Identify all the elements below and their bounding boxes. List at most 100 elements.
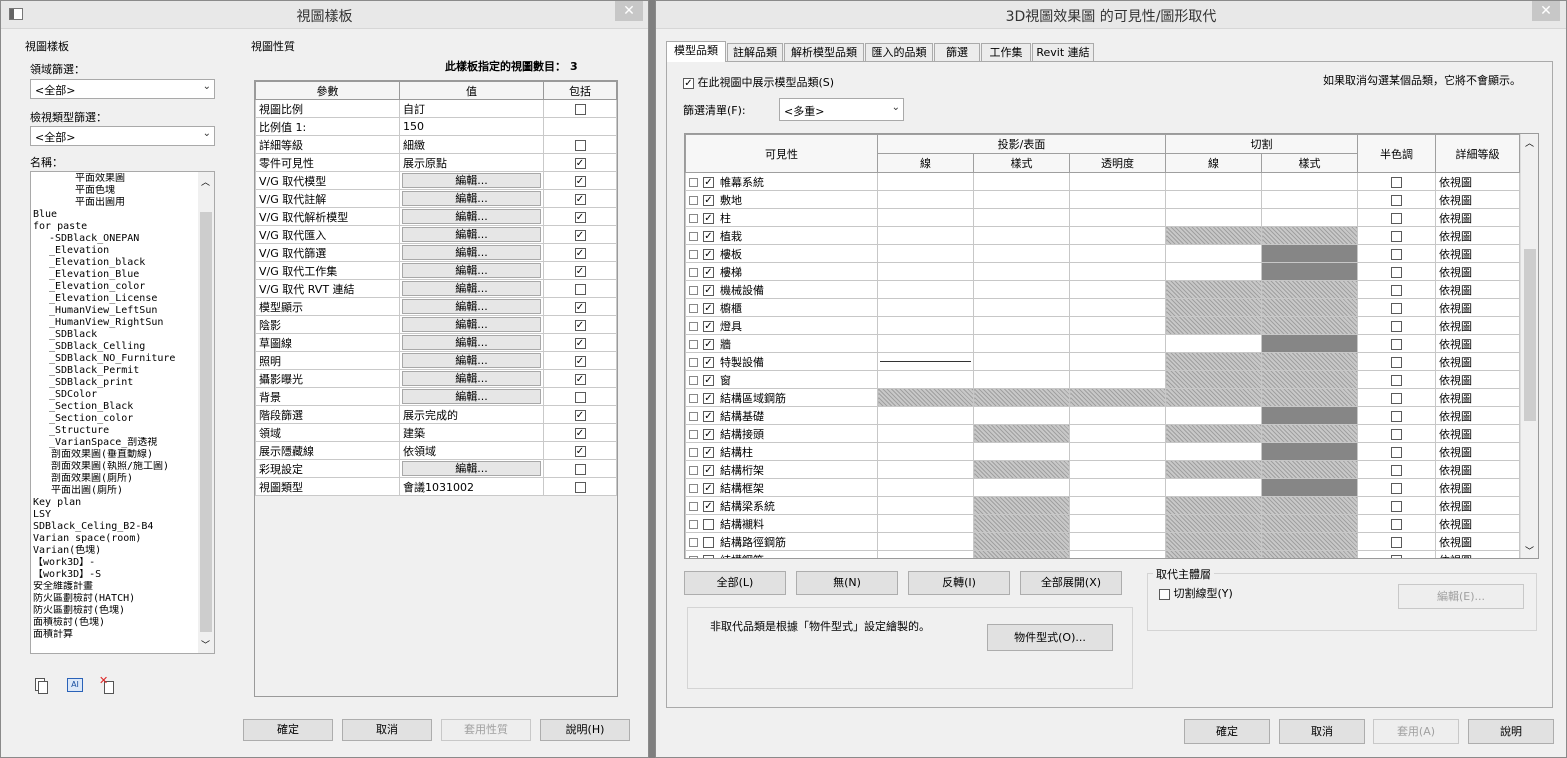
cut-override-cell[interactable] — [1261, 388, 1359, 407]
cut-override-cell[interactable] — [1165, 172, 1263, 191]
delete-template-icon[interactable]: ✕ — [99, 674, 117, 695]
template-list-item[interactable]: 平面色塊 — [33, 185, 197, 197]
cut-override-cell[interactable] — [1165, 208, 1263, 227]
template-list-item[interactable]: _Elevation_Blue — [33, 269, 197, 281]
include-checkbox[interactable] — [574, 463, 586, 475]
cut-override-cell[interactable] — [1165, 244, 1263, 263]
cut-override-cell[interactable] — [1165, 190, 1263, 209]
halftone-checkbox[interactable] — [1391, 320, 1403, 332]
detail-level-cell[interactable]: 依視圖 — [1435, 550, 1521, 558]
template-list-item[interactable]: Key plan — [33, 497, 197, 509]
scroll-thumb[interactable] — [200, 212, 212, 632]
include-checkbox[interactable]: ✓ — [574, 373, 586, 385]
projection-override-cell[interactable] — [1068, 262, 1167, 281]
projection-override-cell[interactable] — [877, 226, 974, 245]
category-visible-checkbox[interactable]: ✓ — [703, 375, 714, 386]
cut-override-cell[interactable] — [1165, 370, 1263, 389]
cut-override-cell[interactable] — [1261, 208, 1359, 227]
projection-override-cell[interactable] — [1068, 352, 1167, 371]
projection-override-cell[interactable] — [973, 496, 1070, 515]
projection-override-cell[interactable] — [1068, 370, 1167, 389]
halftone-checkbox[interactable] — [1391, 428, 1403, 440]
include-checkbox[interactable]: ✓ — [574, 229, 586, 241]
cut-override-cell[interactable] — [1165, 226, 1263, 245]
halftone-checkbox[interactable] — [1391, 410, 1403, 422]
cut-override-cell[interactable] — [1165, 334, 1263, 353]
template-list-item[interactable]: 平面效果圖 — [33, 173, 197, 185]
halftone-checkbox[interactable] — [1391, 266, 1403, 278]
projection-override-cell[interactable] — [1068, 190, 1167, 209]
category-visible-checkbox[interactable]: ✓ — [703, 321, 714, 332]
template-list-item[interactable]: 面積檢討(色塊) — [33, 617, 197, 629]
halftone-checkbox[interactable] — [1391, 194, 1403, 206]
edit-button[interactable]: 編輯... — [402, 353, 541, 368]
discipline-filter-select[interactable]: <全部> ⌄ — [30, 79, 215, 99]
expand-icon[interactable] — [689, 538, 698, 547]
category-visible-checkbox[interactable]: ✓ — [703, 393, 714, 404]
detail-level-cell[interactable]: 依視圖 — [1435, 442, 1521, 461]
tab-4[interactable]: 篩選 — [934, 43, 980, 62]
expand-icon[interactable] — [689, 358, 698, 367]
show-model-categories-checkbox[interactable]: ✓ — [683, 77, 694, 89]
detail-level-cell[interactable]: 依視圖 — [1435, 334, 1521, 353]
property-value-cell[interactable]: 編輯... — [399, 369, 544, 388]
expand-icon[interactable] — [689, 232, 698, 241]
cut-override-cell[interactable] — [1165, 442, 1263, 461]
detail-level-cell[interactable]: 依視圖 — [1435, 298, 1521, 317]
expand-icon[interactable] — [689, 484, 698, 493]
category-visible-checkbox[interactable]: ✓ — [703, 447, 714, 458]
halftone-checkbox[interactable] — [1391, 446, 1403, 458]
cut-override-cell[interactable] — [1261, 244, 1359, 263]
expand-icon[interactable] — [689, 196, 698, 205]
include-checkbox[interactable] — [574, 103, 586, 115]
projection-override-cell[interactable] — [1068, 514, 1167, 533]
template-list-item[interactable]: 剖面效果圖(執照/施工圖) — [33, 461, 197, 473]
projection-override-cell[interactable] — [973, 550, 1070, 558]
projection-override-cell[interactable] — [973, 298, 1070, 317]
detail-level-cell[interactable]: 依視圖 — [1435, 496, 1521, 515]
halftone-checkbox[interactable] — [1391, 284, 1403, 296]
category-visible-checkbox[interactable]: ✓ — [703, 249, 714, 260]
template-list-item[interactable]: _Elevation_black — [33, 257, 197, 269]
template-list-item[interactable]: _HumanView_RightSun — [33, 317, 197, 329]
ok-button[interactable]: 確定 — [243, 719, 333, 741]
template-list-item[interactable]: 安全維護計畫 — [33, 581, 197, 593]
include-checkbox[interactable]: ✓ — [574, 409, 586, 421]
scroll-down-icon[interactable]: ﹀ — [201, 638, 210, 651]
tab-6[interactable]: Revit 連結 — [1032, 43, 1094, 62]
projection-override-cell[interactable] — [877, 280, 974, 299]
help-button[interactable]: 說明(H) — [540, 719, 630, 741]
cancel-button[interactable]: 取消 — [1279, 719, 1365, 744]
cut-override-cell[interactable] — [1261, 460, 1359, 479]
template-list-item[interactable]: Blue — [33, 209, 197, 221]
expand-icon[interactable] — [689, 466, 698, 475]
projection-override-cell[interactable] — [877, 496, 974, 515]
property-value-cell[interactable]: 依領域 — [399, 441, 544, 460]
help-button[interactable]: 說明 — [1468, 719, 1554, 744]
detail-level-cell[interactable]: 依視圖 — [1435, 208, 1521, 227]
detail-level-cell[interactable]: 依視圖 — [1435, 172, 1521, 191]
template-names-list[interactable]: 平面效果圖 平面色塊 平面出圖用 Blue for paste -SDBlack_ONEP… — [30, 171, 215, 654]
category-visible-checkbox[interactable]: ✓ — [703, 195, 714, 206]
expand-icon[interactable] — [689, 412, 698, 421]
include-checkbox[interactable]: ✓ — [574, 355, 586, 367]
halftone-checkbox[interactable] — [1391, 554, 1403, 558]
include-checkbox[interactable]: ✓ — [574, 157, 586, 169]
detail-level-cell[interactable]: 依視圖 — [1435, 262, 1521, 281]
detail-level-cell[interactable]: 依視圖 — [1435, 424, 1521, 443]
include-checkbox[interactable]: ✓ — [574, 319, 586, 331]
property-value-cell[interactable]: 編輯... — [399, 297, 544, 316]
expand-icon[interactable] — [689, 520, 698, 529]
projection-override-cell[interactable] — [877, 352, 974, 371]
include-checkbox[interactable]: ✓ — [574, 265, 586, 277]
projection-override-cell[interactable] — [877, 190, 974, 209]
cut-override-cell[interactable] — [1261, 298, 1359, 317]
projection-override-cell[interactable] — [877, 388, 974, 407]
projection-override-cell[interactable] — [877, 514, 974, 533]
edit-button[interactable]: 編輯... — [402, 209, 541, 224]
property-value-cell[interactable]: 編輯... — [399, 351, 544, 370]
projection-override-cell[interactable] — [1068, 424, 1167, 443]
halftone-checkbox[interactable] — [1391, 482, 1403, 494]
category-visible-checkbox[interactable]: ✓ — [703, 339, 714, 350]
projection-override-cell[interactable] — [1068, 280, 1167, 299]
